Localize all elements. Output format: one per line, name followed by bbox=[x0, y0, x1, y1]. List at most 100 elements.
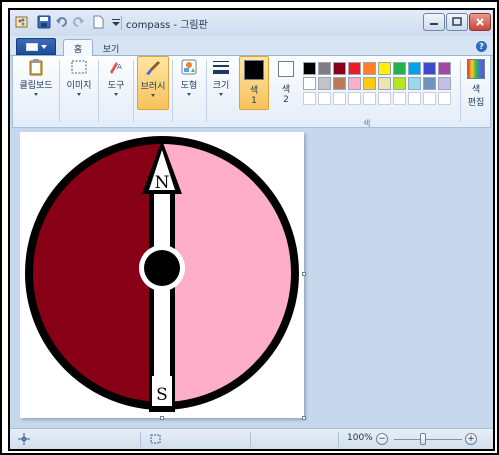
palette-swatch[interactable] bbox=[363, 92, 376, 105]
minimize-button[interactable] bbox=[423, 13, 445, 31]
minimize-icon bbox=[430, 23, 438, 25]
color2-button[interactable]: 색 2 bbox=[273, 56, 299, 110]
zoom-slider-track[interactable] bbox=[394, 439, 462, 440]
resize-handle-right[interactable] bbox=[302, 272, 306, 276]
palette-swatch[interactable] bbox=[393, 77, 406, 90]
status-separator bbox=[338, 432, 339, 447]
palette-swatch[interactable] bbox=[303, 77, 316, 90]
group-separator bbox=[460, 60, 461, 122]
close-button[interactable] bbox=[469, 13, 491, 31]
palette-swatch[interactable] bbox=[303, 92, 316, 105]
zoom-in-button[interactable]: + bbox=[465, 433, 477, 445]
paint-app-icon[interactable] bbox=[15, 15, 29, 29]
size-dropdown-icon bbox=[219, 93, 223, 96]
palette-swatch[interactable] bbox=[318, 92, 331, 105]
color2-label-line2: 2 bbox=[283, 95, 289, 105]
palette-swatch[interactable] bbox=[438, 77, 451, 90]
ribbon: 클립보드 이미지 A 도구 브러시 도형 크기 색 1 색 2 색 색 편집 bbox=[12, 56, 491, 128]
edit-colors-label-line2: 편집 bbox=[467, 98, 485, 108]
maximize-icon bbox=[452, 17, 462, 26]
brushes-button[interactable]: 브러시 bbox=[137, 56, 169, 110]
ribbon-tab-bar: 홈 보기 ? bbox=[10, 36, 493, 57]
tab-home[interactable]: 홈 bbox=[63, 39, 93, 57]
clipboard-label: 클립보드 bbox=[19, 81, 53, 91]
palette-swatch[interactable] bbox=[348, 62, 361, 75]
palette-swatch[interactable] bbox=[303, 62, 316, 75]
selection-size-icon bbox=[150, 434, 161, 444]
tools-button[interactable]: A 도구 bbox=[102, 56, 130, 110]
group-separator bbox=[172, 60, 173, 122]
zoom-level: 100% bbox=[347, 433, 373, 443]
drawing-canvas[interactable]: N S bbox=[20, 132, 304, 418]
brush-icon bbox=[146, 61, 160, 75]
palette-swatch[interactable] bbox=[423, 77, 436, 90]
image-label: 이미지 bbox=[66, 81, 92, 91]
title-bar[interactable]: compass - 그림판 bbox=[10, 10, 493, 36]
palette-swatch[interactable] bbox=[438, 92, 451, 105]
palette-swatch[interactable] bbox=[378, 92, 391, 105]
palette-swatch[interactable] bbox=[423, 62, 436, 75]
palette-swatch[interactable] bbox=[408, 92, 421, 105]
zoom-slider-thumb[interactable] bbox=[420, 433, 426, 445]
undo-icon[interactable] bbox=[55, 15, 69, 29]
palette-swatch[interactable] bbox=[333, 62, 346, 75]
screenshot-outer-frame: compass - 그림판 홈 보기 ? 클립보드 이미지 A 도구 브러시 도… bbox=[0, 0, 499, 455]
window-title: compass - 그림판 bbox=[126, 20, 208, 31]
zoom-out-button[interactable]: − bbox=[376, 433, 388, 445]
color1-swatch bbox=[244, 60, 264, 80]
maximize-button[interactable] bbox=[446, 13, 468, 31]
size-label: 크기 bbox=[212, 81, 230, 91]
brushes-label: 브러시 bbox=[140, 82, 166, 92]
palette-swatch[interactable] bbox=[393, 92, 406, 105]
palette-swatch[interactable] bbox=[378, 62, 391, 75]
resize-handle-bottom[interactable] bbox=[160, 416, 164, 420]
palette-swatch[interactable] bbox=[423, 92, 436, 105]
tools-label: 도구 bbox=[107, 81, 125, 91]
status-separator bbox=[140, 432, 141, 447]
close-icon bbox=[476, 18, 484, 26]
menu-icon bbox=[25, 42, 38, 51]
palette-swatch[interactable] bbox=[408, 62, 421, 75]
shapes-label: 도형 bbox=[180, 81, 198, 91]
palette-swatch[interactable] bbox=[348, 92, 361, 105]
palette-swatch[interactable] bbox=[378, 77, 391, 90]
clipboard-button[interactable]: 클립보드 bbox=[17, 56, 55, 110]
palette-swatch[interactable] bbox=[318, 62, 331, 75]
needle-shaft bbox=[154, 192, 170, 404]
image-button[interactable]: 이미지 bbox=[63, 56, 95, 110]
group-separator bbox=[98, 60, 99, 122]
color1-button[interactable]: 색 1 bbox=[239, 56, 269, 110]
north-label: N bbox=[155, 173, 170, 193]
save-icon[interactable] bbox=[37, 15, 51, 29]
paint-menu-button[interactable] bbox=[16, 38, 56, 55]
palette-swatch[interactable] bbox=[438, 62, 451, 75]
canvas-area[interactable]: N S bbox=[12, 128, 491, 428]
tools-icon: A bbox=[110, 62, 122, 74]
palette-swatch[interactable] bbox=[363, 62, 376, 75]
size-button[interactable]: 크기 bbox=[208, 56, 234, 110]
chevron-down-icon bbox=[40, 44, 47, 49]
redo-icon[interactable] bbox=[71, 15, 85, 29]
resize-handle-corner[interactable] bbox=[302, 416, 306, 420]
palette-swatch[interactable] bbox=[318, 77, 331, 90]
shapes-button[interactable]: 도형 bbox=[175, 56, 203, 110]
new-document-icon[interactable] bbox=[91, 15, 105, 29]
palette-swatch[interactable] bbox=[363, 77, 376, 90]
edit-colors-label-line1: 색 bbox=[471, 85, 481, 95]
brushes-dropdown-icon bbox=[151, 94, 155, 97]
palette-swatch[interactable] bbox=[333, 77, 346, 90]
shapes-dropdown-icon bbox=[187, 93, 191, 96]
select-image-icon bbox=[71, 60, 87, 74]
title-separator bbox=[121, 16, 122, 30]
palette-swatch[interactable] bbox=[408, 77, 421, 90]
palette-swatch[interactable] bbox=[333, 92, 346, 105]
palette-swatch[interactable] bbox=[348, 77, 361, 90]
line-size-icon bbox=[213, 61, 229, 74]
help-icon[interactable]: ? bbox=[476, 41, 487, 52]
group-separator bbox=[59, 60, 60, 122]
svg-text:A: A bbox=[117, 63, 122, 71]
tab-view[interactable]: 보기 bbox=[96, 39, 126, 57]
edit-colors-button[interactable]: 색 편집 bbox=[463, 56, 489, 110]
group-separator bbox=[206, 60, 207, 122]
palette-swatch[interactable] bbox=[393, 62, 406, 75]
